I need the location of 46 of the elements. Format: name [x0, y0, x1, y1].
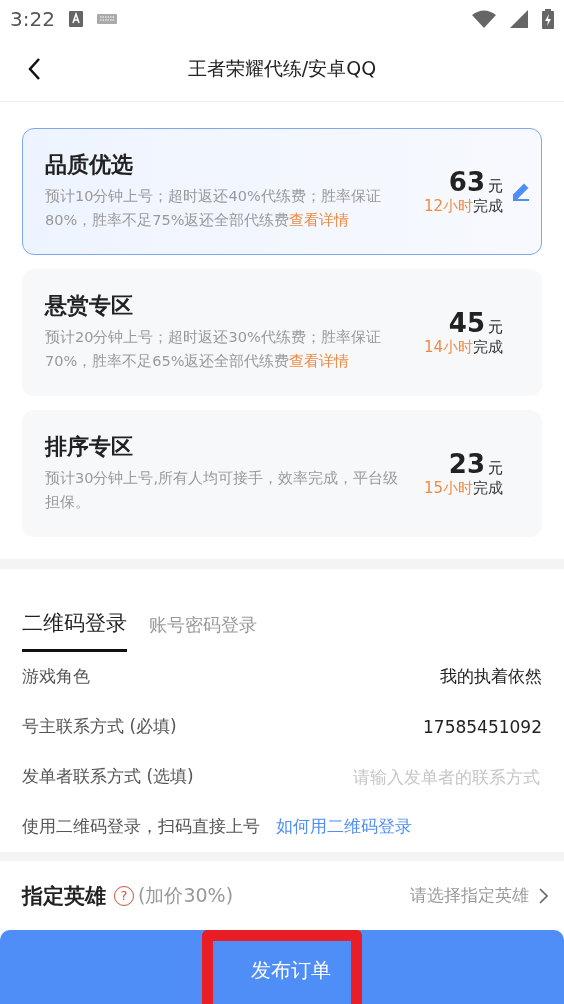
currency-unit: 元	[488, 317, 503, 337]
plan-price: 63	[448, 166, 485, 197]
plan-hours: 15小时	[423, 478, 473, 498]
login-tab[interactable]: 二维码登录	[22, 608, 127, 652]
keyboard-icon	[96, 13, 117, 24]
details-link[interactable]: 查看详情	[289, 353, 350, 370]
chevron-right-icon	[539, 887, 548, 904]
plan-card[interactable]: 品质优选 预计10分钟上号；超时返还40%代练费；胜率保证80%，胜率不足75%返还全部代练费查看详情 63 元 12小时完成	[22, 127, 542, 255]
plan-price: 45	[448, 307, 485, 338]
keyboard-language-icon	[68, 10, 83, 27]
plan-price: 23	[448, 448, 485, 479]
contact-input[interactable]: 请输入发单者的联系方式	[302, 765, 542, 788]
field-value: 我的执着依然	[440, 665, 542, 689]
plan-done: 完成	[473, 337, 503, 357]
signal-icon	[510, 9, 528, 28]
hero-selector[interactable]: 请选择指定英雄	[410, 884, 548, 908]
publish-order-button[interactable]: 发布订单	[202, 930, 362, 1004]
status-time: 3:22	[10, 6, 55, 31]
plan-description: 预计30分钟上号,所有人均可接手，效率完成，平台级担保。	[45, 469, 400, 513]
plan-description: 预计10分钟上号；超时返还40%代练费；胜率保证80%，胜率不足75%返还全部代练费查看详情	[45, 187, 382, 231]
edit-icon	[511, 181, 531, 202]
qr-help-link[interactable]: 如何用二维码登录	[276, 815, 412, 839]
plan-card[interactable]: 悬赏专区 预计20分钟上号；超时返还30%代练费；胜率保证70%，胜率不足65%返还全部代练费查看详情 45 元 14小时完成	[22, 268, 542, 396]
hero-label: 指定英雄	[22, 882, 106, 910]
price-note: (加价30%)	[138, 882, 234, 908]
field-label: 号主联系方式 (必填)	[22, 715, 177, 739]
plan-hours: 14小时	[423, 337, 473, 357]
plan-name: 排序专区	[45, 433, 134, 462]
field-label: 游戏角色	[22, 665, 90, 689]
battery-icon	[542, 8, 554, 29]
plan-done: 完成	[473, 196, 503, 216]
field-value: 17585451092	[423, 716, 542, 737]
plan-done: 完成	[473, 478, 503, 498]
plan-name: 悬赏专区	[45, 292, 134, 321]
details-link[interactable]: 查看详情	[289, 212, 350, 229]
field-label: 发单者联系方式 (选填)	[22, 765, 194, 789]
page-title: 王者荣耀代练/安卓QQ	[187, 56, 377, 82]
plan-name: 品质优选	[45, 151, 134, 180]
plan-hours: 12小时	[423, 196, 473, 216]
currency-unit: 元	[488, 176, 503, 196]
qr-hint: 使用二维码登录，扫码直接上号	[22, 815, 260, 839]
login-tab[interactable]: 账号密码登录	[149, 612, 257, 652]
wifi-icon	[472, 9, 496, 28]
plan-description: 预计20分钟上号；超时返还30%代练费；胜率保证70%，胜率不足65%返还全部代练费查看详情	[45, 328, 382, 372]
plan-card[interactable]: 排序专区 预计30分钟上号,所有人均可接手，效率完成，平台级担保。 23 元 15小时完成	[22, 409, 542, 537]
currency-unit: 元	[488, 458, 503, 478]
